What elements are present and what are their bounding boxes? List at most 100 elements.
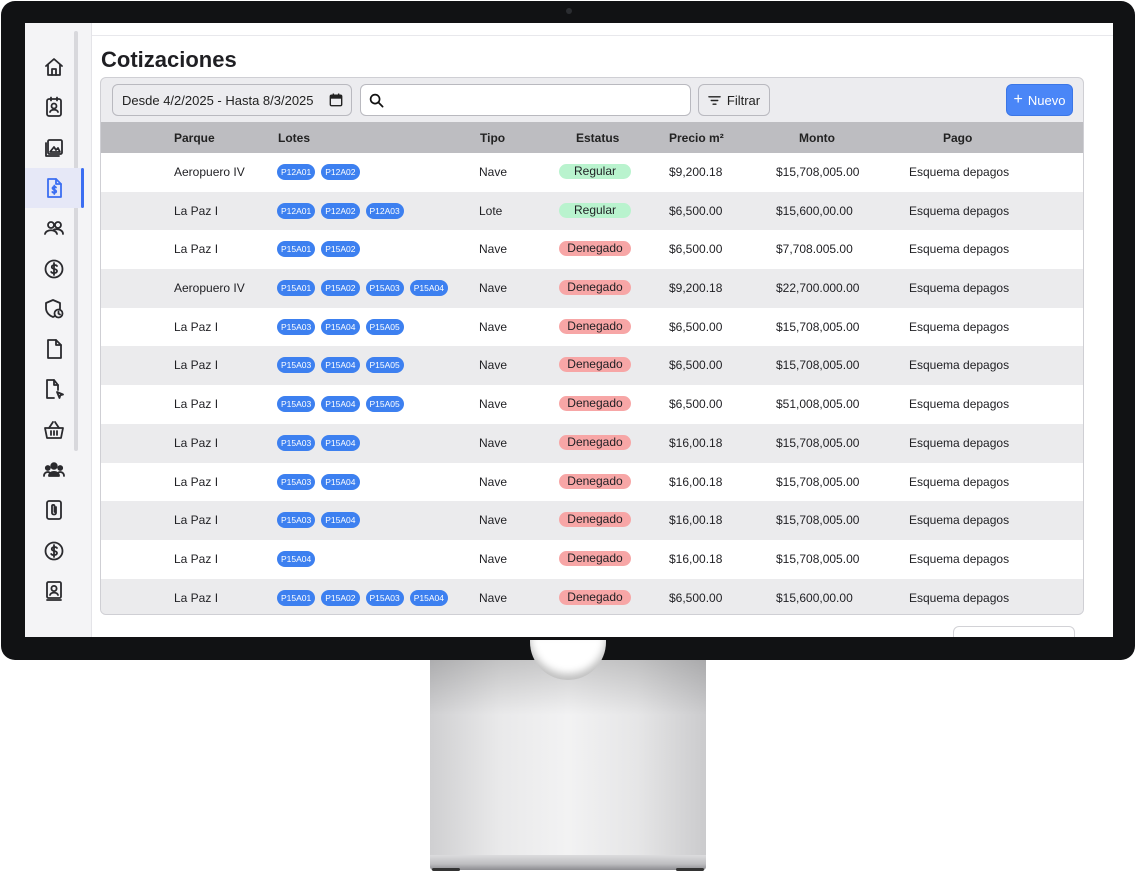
status-badge: Denegado	[559, 550, 631, 566]
table-row[interactable]: La Paz I P15A01 P15A02 P15A03 P15A04 Nave Dene…	[101, 578, 1083, 614]
cell-tipo: Nave	[479, 397, 508, 412]
search-icon	[369, 93, 384, 108]
column-header-tipo[interactable]: Tipo	[480, 131, 505, 145]
lot-chip[interactable]: P12A01	[277, 202, 316, 219]
lot-chip[interactable]: P15A04	[321, 512, 360, 529]
status-badge: Denegado	[559, 396, 631, 412]
lot-chip[interactable]: P12A01	[277, 164, 316, 180]
lot-chip[interactable]: P12A02	[321, 202, 360, 219]
cell-monto: $51,008,005.00	[776, 397, 860, 412]
cell-parque: La Paz I	[174, 242, 219, 257]
status-badge: Denegado	[559, 473, 631, 489]
cell-lotes: P12A01 P12A02	[277, 164, 360, 180]
date-range-label: Desde 4/2/2025 - Hasta 8/3/2025	[122, 92, 314, 108]
cell-monto: $15,600,00.00	[776, 203, 853, 218]
lot-chip[interactable]: P15A04	[321, 473, 360, 490]
table-row[interactable]: La Paz I P15A03 P15A04 Nave Denegado $16,00.1…	[101, 501, 1083, 540]
search-input[interactable]	[391, 89, 681, 111]
lot-chip[interactable]: P15A01	[277, 241, 316, 258]
lot-chip[interactable]: P15A04	[277, 550, 316, 567]
cell-lotes: P15A01 P15A02 P15A03 P15A04	[277, 589, 448, 606]
sidebar-item-contacts[interactable]	[25, 87, 83, 127]
lot-chip[interactable]: P15A05	[365, 396, 404, 413]
page-title: Cotizaciones	[101, 47, 237, 72]
lot-chip[interactable]: P12A03	[365, 202, 404, 219]
search-box[interactable]	[360, 84, 691, 116]
lot-chip[interactable]: P15A02	[321, 280, 360, 297]
lot-chip[interactable]: P15A04	[321, 357, 360, 374]
cell-tipo: Nave	[479, 513, 508, 528]
cell-parque: La Paz I	[174, 435, 219, 450]
document-icon	[47, 339, 62, 359]
cell-tipo: Nave	[479, 435, 508, 450]
lot-chip[interactable]: P15A04	[321, 434, 360, 451]
cell-pago: Esquema depagos	[909, 513, 1010, 528]
lot-chip[interactable]: P15A03	[277, 512, 316, 529]
sidebar-item-basket[interactable]	[25, 410, 83, 450]
pagination-control[interactable]	[953, 626, 1075, 637]
new-quote-button-label: Nuevo	[1027, 92, 1066, 108]
cell-pago: Esquema depagos	[909, 319, 1010, 334]
cell-monto: $15,708,005.00	[776, 165, 860, 179]
lot-chip[interactable]: P15A04	[409, 280, 448, 297]
cell-tipo: Nave	[479, 590, 508, 605]
column-header-parque[interactable]: Parque	[174, 131, 215, 145]
table-row[interactable]: La Paz I P15A03 P15A04 Nave Denegado $16,00.1…	[101, 423, 1083, 463]
sidebar-item-home[interactable]	[25, 47, 83, 87]
new-quote-button[interactable]: + Nuevo	[1006, 84, 1073, 116]
sidebar-item-attachment[interactable]	[25, 490, 83, 530]
lot-chip[interactable]: P15A03	[277, 473, 316, 490]
table-row[interactable]: Aeropuero IV P15A01 P15A02 P15A03 P15A04 Nave…	[101, 269, 1083, 308]
lot-chip[interactable]: P15A02	[321, 241, 360, 258]
contacts-icon	[46, 96, 62, 118]
lot-chip[interactable]: P15A03	[277, 434, 316, 451]
table-row[interactable]: La Paz I P15A03 P15A04 P15A05 Nave Denegado $6…	[101, 346, 1083, 386]
table-row[interactable]: La Paz I P15A01 P15A02 Nave Denegado $6,500.0…	[101, 230, 1083, 270]
sidebar-item-quote-document[interactable]	[25, 167, 83, 208]
status-badge: Denegado	[559, 280, 631, 296]
lot-chip[interactable]: P15A04	[321, 396, 360, 413]
table-row[interactable]: La Paz I P15A03 P15A04 Nave Denegado $16,00.1…	[101, 462, 1083, 502]
sidebar-item-gallery[interactable]	[25, 128, 83, 168]
lot-chip[interactable]: P15A05	[365, 357, 404, 374]
lot-chip[interactable]: P15A03	[277, 357, 316, 374]
lot-chip[interactable]: P12A02	[321, 164, 360, 180]
cell-precio: $16,00.18	[669, 513, 723, 528]
cell-pago: Esquema depagos	[909, 242, 1010, 257]
cell-monto: $15,708,005.00	[776, 551, 860, 566]
sidebar-item-document[interactable]	[25, 329, 83, 369]
sidebar-item-group[interactable]	[25, 450, 83, 490]
column-header-pago[interactable]: Pago	[943, 131, 972, 145]
lot-chip[interactable]: P15A01	[277, 280, 316, 297]
lot-chip[interactable]: P15A03	[365, 280, 404, 297]
lot-chip[interactable]: P15A04	[321, 318, 360, 335]
column-header-lotes[interactable]: Lotes	[278, 131, 310, 145]
sidebar-item-shield-clock[interactable]	[25, 289, 83, 329]
sidebar-item-users[interactable]	[25, 208, 83, 248]
table-row[interactable]: La Paz I P15A04 Nave Denegado $16,00.18 $15,7…	[101, 539, 1083, 579]
header-divider	[92, 35, 1113, 36]
status-badge: Regular	[559, 164, 631, 179]
table-row[interactable]: La Paz I P15A03 P15A04 P15A05 Nave Denegado $6…	[101, 385, 1083, 424]
column-header-monto[interactable]: Monto	[799, 131, 835, 145]
lot-chip[interactable]: P15A03	[277, 396, 316, 413]
basket-icon	[44, 420, 64, 439]
column-header-precio[interactable]: Precio m²	[669, 131, 724, 145]
lot-chip[interactable]: P15A03	[365, 589, 404, 606]
column-header-estatus[interactable]: Estatus	[576, 131, 619, 145]
table-row[interactable]: La Paz I P15A03 P15A04 P15A05 Nave Denegado $6…	[101, 307, 1083, 347]
sidebar-item-dollar[interactable]	[25, 249, 83, 289]
lot-chip[interactable]: P15A05	[365, 318, 404, 335]
lot-chip[interactable]: P15A01	[277, 589, 316, 606]
cell-parque: La Paz I	[174, 203, 219, 218]
lot-chip[interactable]: P15A04	[409, 589, 448, 606]
filter-button[interactable]: Filtrar	[698, 84, 770, 116]
sidebar-item-badge[interactable]	[25, 571, 83, 611]
table-row[interactable]: La Paz I P12A01 P12A02 P12A03 Lote Regular $6,…	[101, 191, 1083, 231]
sidebar-item-document-cursor[interactable]	[25, 369, 83, 409]
date-range-picker[interactable]: Desde 4/2/2025 - Hasta 8/3/2025	[112, 84, 352, 116]
sidebar-item-payment-dollar[interactable]	[25, 531, 83, 571]
lot-chip[interactable]: P15A02	[321, 589, 360, 606]
table-row[interactable]: Aeropuero IV P12A01 P12A02 Nave Regular $9,20…	[101, 153, 1083, 192]
lot-chip[interactable]: P15A03	[277, 318, 316, 335]
